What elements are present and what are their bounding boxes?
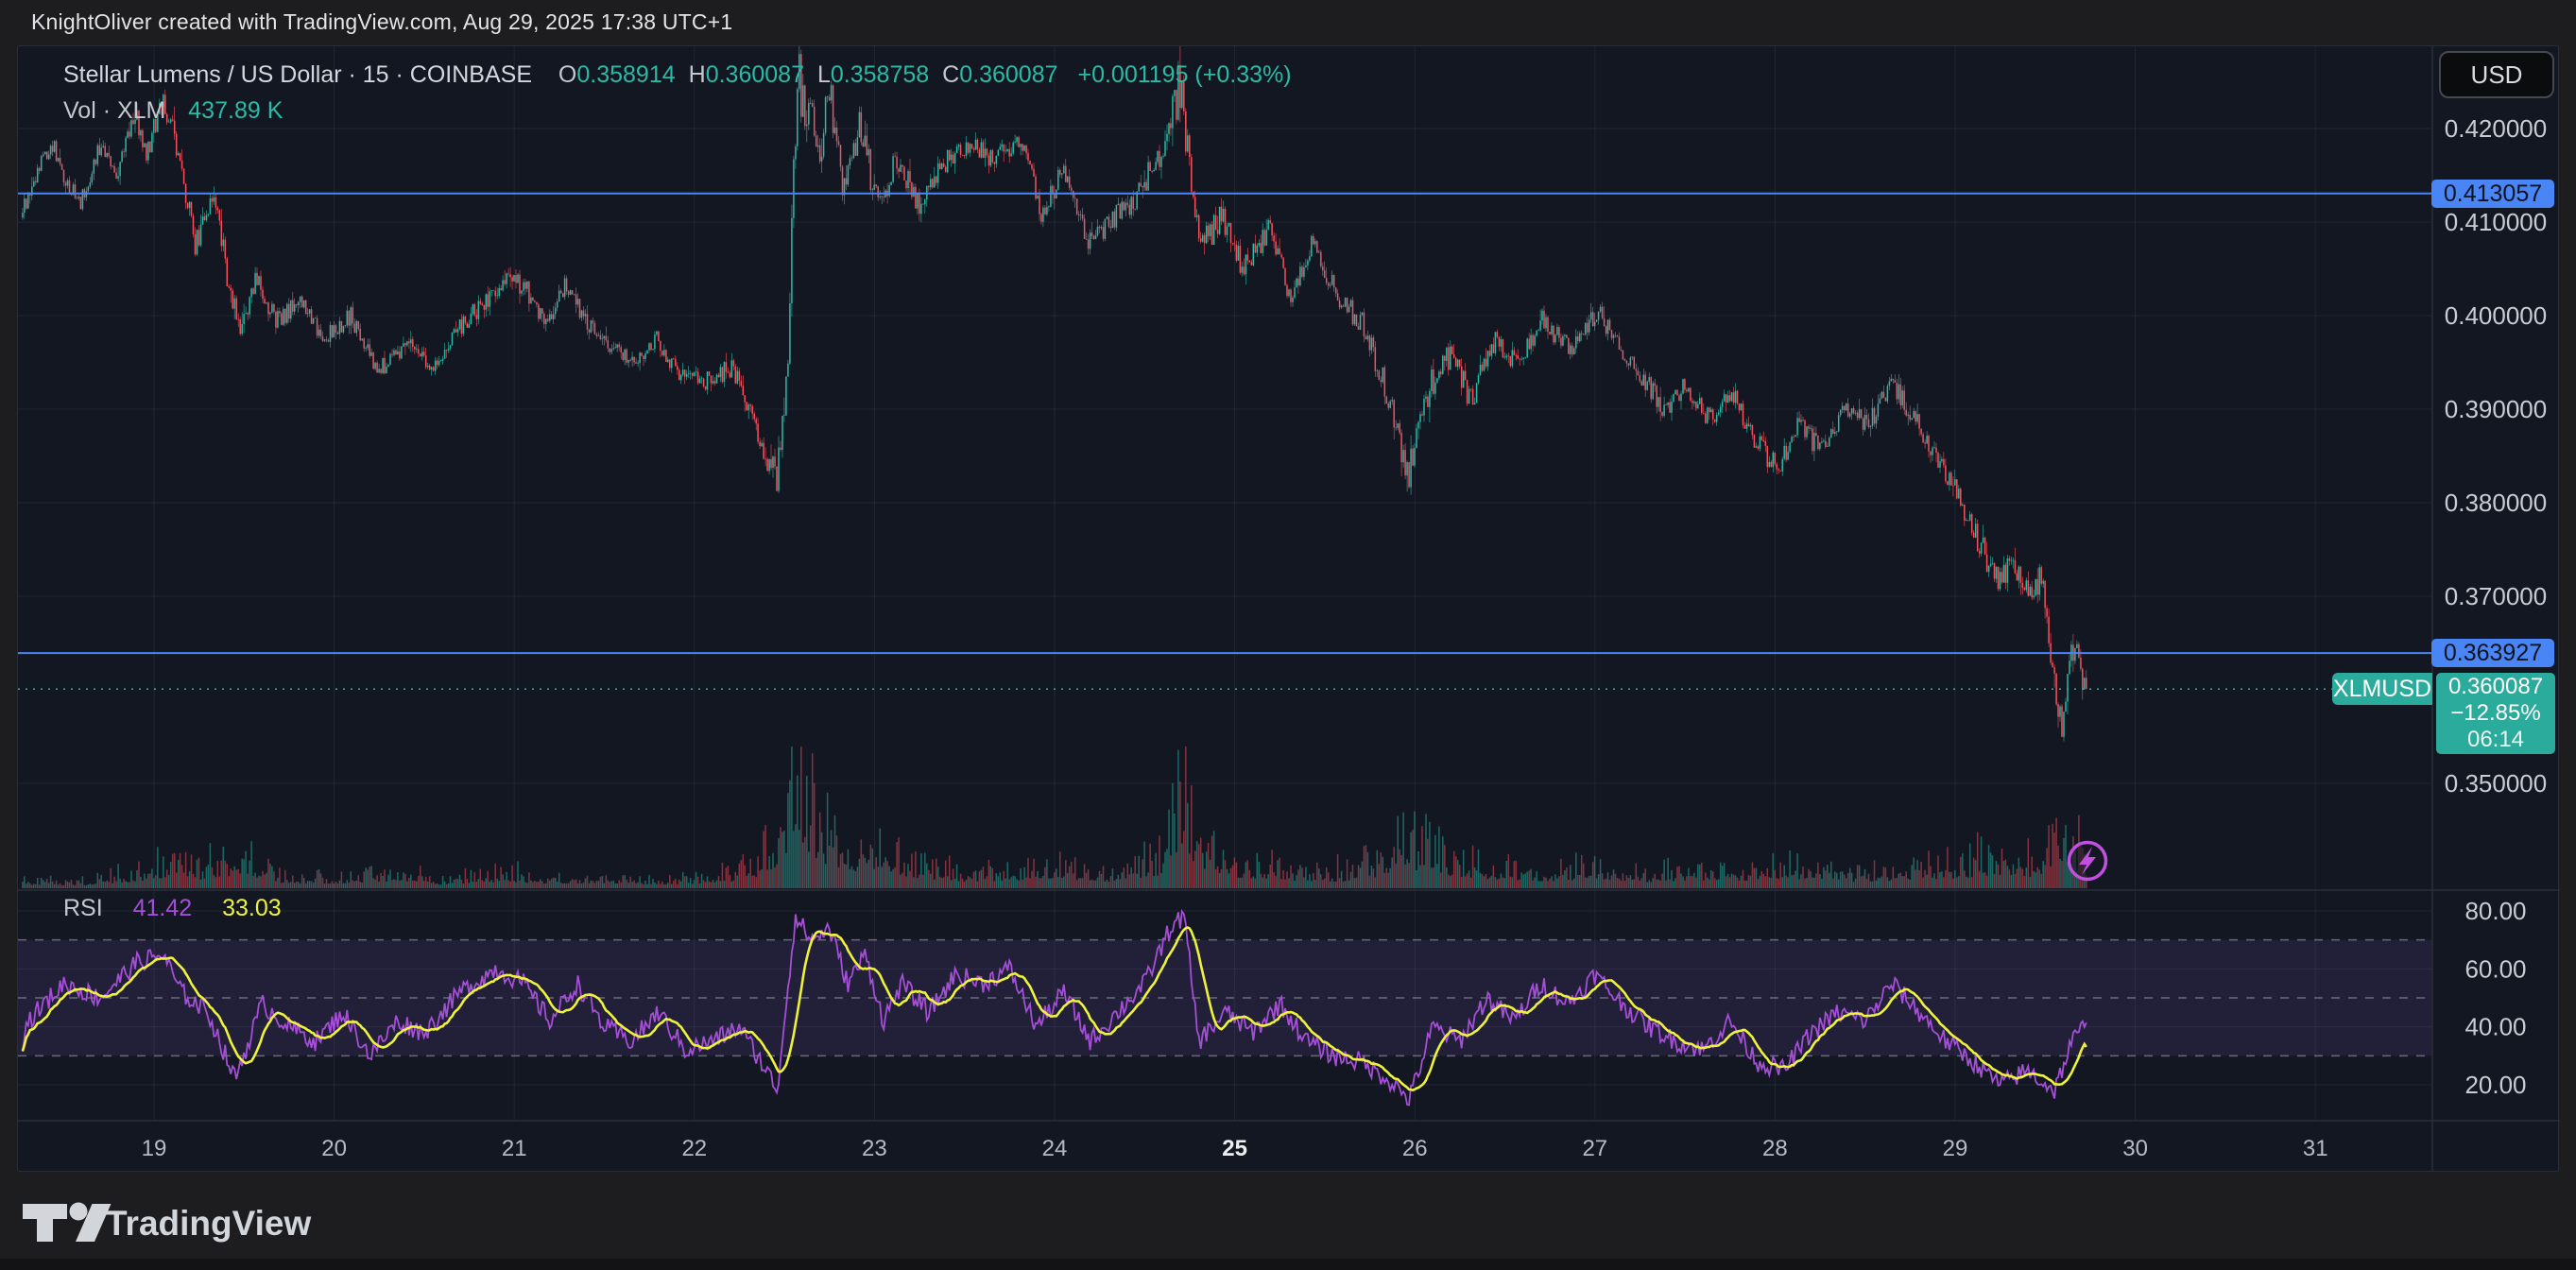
currency-toggle-button[interactable]: USD xyxy=(2439,51,2554,98)
ohlc-letter: L xyxy=(817,61,831,88)
bar-countdown: 06:14 xyxy=(2467,727,2524,753)
tradingview-snapshot: KnightOliver created with TradingView.co… xyxy=(0,0,2576,1270)
volume-value: 437.89 K xyxy=(188,97,283,124)
ohlc-value: 0.358758 xyxy=(831,61,929,88)
change-value: +0.001195 (+0.33%) xyxy=(1077,61,1291,88)
ohlc-letter: H xyxy=(689,61,706,88)
ohlc-letter: O xyxy=(558,61,576,88)
time-axis-label: 23 xyxy=(862,1136,887,1161)
rsi-legend[interactable]: RSI 41.42 33.03 xyxy=(63,895,282,922)
ohlc-value: 0.360087 xyxy=(706,61,804,88)
time-axis-label: 31 xyxy=(2303,1136,2328,1161)
symbol-price-tag: XLMUSD xyxy=(2332,673,2432,705)
chart-canvas[interactable]: 0.420000 0.410000 0.400000 0.390000 0.380000… xyxy=(18,46,2560,1173)
time-axis-label: 26 xyxy=(1402,1136,1428,1161)
rsi-axis-label: 60.00 xyxy=(2464,954,2526,983)
time-axis-label: 20 xyxy=(321,1136,347,1161)
price-axis-label: 0.410000 xyxy=(2445,208,2547,236)
time-axis-label: 30 xyxy=(2122,1136,2148,1161)
price-axis-label: 0.390000 xyxy=(2445,395,2547,423)
ohlc-value: 0.360087 xyxy=(959,61,1057,88)
chart-widget: 0.420000 0.410000 0.400000 0.390000 0.380000… xyxy=(17,45,2559,1172)
rsi-ma-value: 33.03 xyxy=(222,895,282,921)
last-change-pct: −12.85% xyxy=(2450,700,2540,727)
flash-boost-icon[interactable] xyxy=(2069,843,2106,880)
price-line-label-2[interactable]: 0.363927 xyxy=(2431,639,2554,667)
ohlc-values: O0.358914H0.360087L0.358758C0.360087 xyxy=(558,61,1072,88)
tradingview-logo[interactable]: TradingView xyxy=(19,1185,425,1261)
price-axis-label: 0.350000 xyxy=(2445,769,2547,798)
time-axis-label: 29 xyxy=(1943,1136,1968,1161)
bottom-strip xyxy=(0,1259,2576,1270)
rsi-value: 41.42 xyxy=(133,895,193,921)
volume-legend[interactable]: Vol · XLM 437.89 K xyxy=(63,97,283,125)
price-axis-label: 0.380000 xyxy=(2445,489,2547,517)
price-axis-label: 0.370000 xyxy=(2445,582,2547,610)
symbol-legend[interactable]: Stellar Lumens / US Dollar · 15 · COINBA… xyxy=(63,61,1292,89)
last-price: 0.360087 xyxy=(2448,674,2543,700)
time-axis-label: 28 xyxy=(1762,1136,1788,1161)
volume-down-bars xyxy=(26,747,2087,888)
attribution-bar: KnightOliver created with TradingView.co… xyxy=(31,0,732,45)
rsi-label: RSI xyxy=(63,895,103,921)
time-axis-label: 19 xyxy=(142,1136,167,1161)
footer: TradingView xyxy=(0,1172,2576,1270)
rsi-axis-label: 40.00 xyxy=(2464,1013,2526,1041)
volume-label: Vol · XLM xyxy=(63,97,165,124)
logo-t-mark xyxy=(23,1204,67,1242)
last-price-block: 0.360087 −12.85% 06:14 xyxy=(2436,673,2555,754)
rsi-band xyxy=(18,940,2432,1056)
price-lines xyxy=(18,194,2432,689)
price-axis-label: 0.420000 xyxy=(2445,114,2547,143)
time-axis-label: 25 xyxy=(1222,1136,1247,1161)
ohlc-letter: C xyxy=(942,61,959,88)
down-bodies xyxy=(26,54,2087,737)
logo-wordmark: TradingView xyxy=(106,1204,311,1243)
down-wicks xyxy=(26,46,2087,737)
time-axis-label: 21 xyxy=(502,1136,527,1161)
ohlc-value: 0.358914 xyxy=(576,61,675,88)
rsi-axis-label: 20.00 xyxy=(2464,1071,2526,1099)
symbol-title: Stellar Lumens / US Dollar · 15 · COINBA… xyxy=(63,61,532,88)
logo-dot xyxy=(70,1203,88,1221)
time-axis-label: 27 xyxy=(1582,1136,1607,1161)
time-axis-label: 22 xyxy=(681,1136,707,1161)
time-axis-label: 24 xyxy=(1042,1136,1068,1161)
price-line-label-1[interactable]: 0.413057 xyxy=(2431,180,2554,208)
price-axis-label: 0.400000 xyxy=(2445,301,2547,330)
rsi-axis-label: 80.00 xyxy=(2464,897,2526,925)
